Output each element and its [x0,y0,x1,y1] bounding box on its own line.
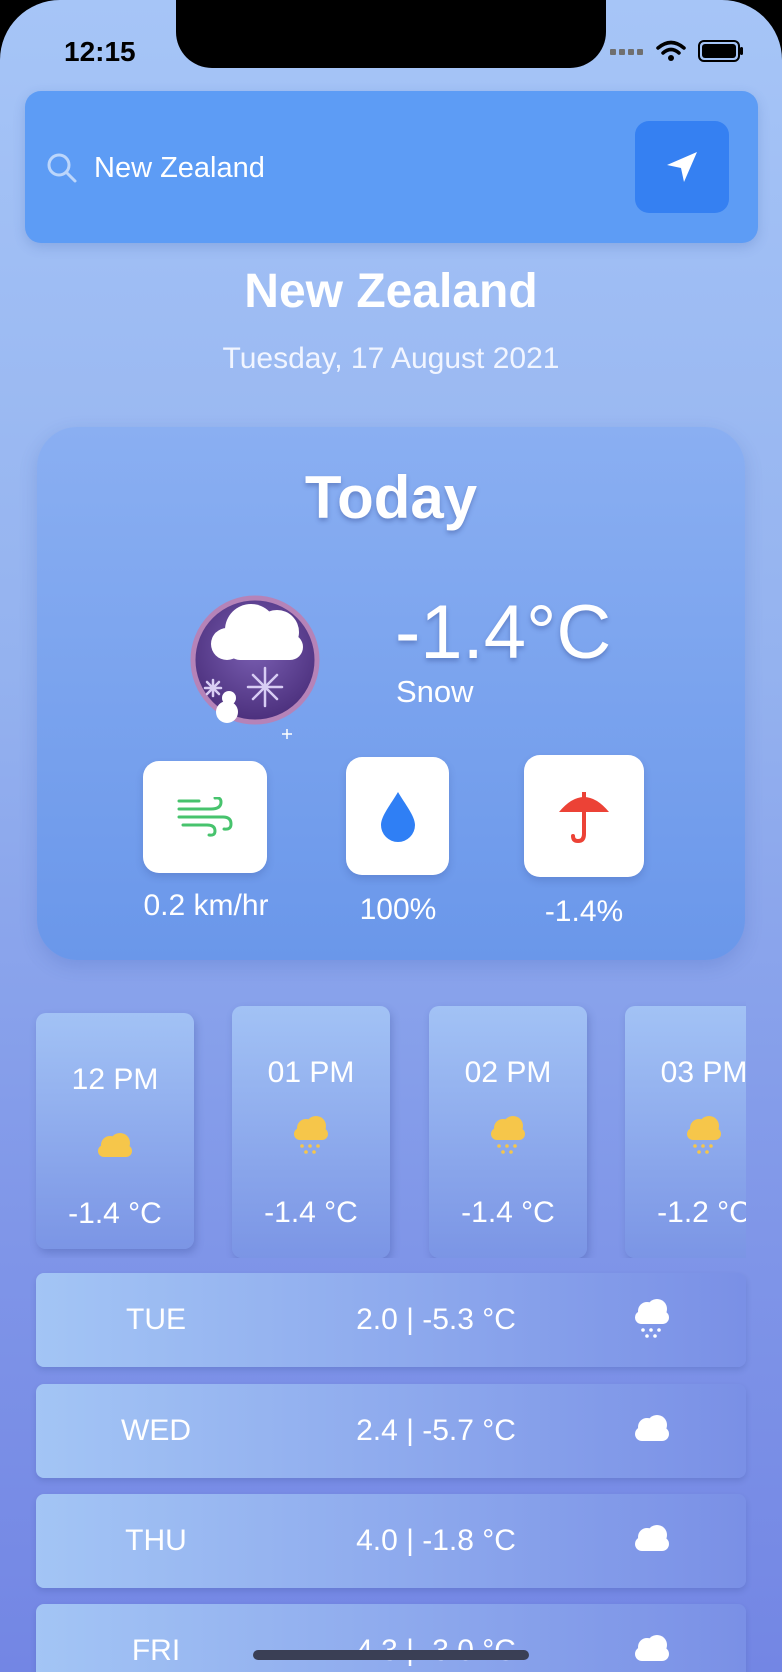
hour-time: 02 PM [464,1056,552,1089]
hour-temp: -1.4 °C [68,1197,162,1230]
search-input[interactable] [92,145,556,191]
weather-condition: Snow [396,674,474,709]
current-temperature: -1.4°C [395,590,612,675]
status-icons [610,40,744,62]
battery-icon [698,40,743,62]
snow-cloud-icon [635,1299,669,1338]
hourly-card[interactable]: 03 PM -1.2 °C [625,1006,746,1258]
day-temp-range: 2.4 | -5.7 °C [356,1414,516,1447]
search-icon [47,153,77,183]
humidity-value: 100% [359,893,437,926]
precipitation-value: -1.4% [544,895,624,928]
hour-time: 12 PM [71,1063,159,1096]
humidity-drop-icon [380,792,415,842]
current-date: Tuesday, 17 August 2021 [222,342,560,375]
snow-cloud-icon [187,582,337,747]
current-location-button[interactable] [635,121,729,213]
day-name: WED [121,1414,191,1447]
location-arrow-icon [667,152,697,182]
cloud-icon [635,1415,669,1441]
today-title: Today [304,464,478,531]
cloud-icon [635,1525,669,1551]
city-title: New Zealand [244,265,538,318]
wind-speed: 0.2 km/hr [143,889,269,922]
device-notch [176,0,606,68]
day-temp-range: 2.0 | -5.3 °C [356,1303,516,1336]
umbrella-icon [559,792,609,844]
hourly-card[interactable]: 01 PM -1.4 °C [232,1006,390,1258]
cellular-signal-icon [610,49,643,55]
wind-stat-card [143,761,267,873]
status-time: 12:15 [64,36,136,67]
day-name: FRI [131,1634,181,1667]
wind-icon [177,797,233,837]
phone-screen: 12:15 New Zealand Tuesday, 17 August 202… [0,0,782,1672]
hour-time: 03 PM [660,1056,746,1089]
home-indicator[interactable] [253,1650,529,1660]
hourly-forecast-list[interactable]: 12 PM -1.4 °C 01 PM -1.4 °C 02 PM -1.4 °… [0,1000,746,1258]
hourly-card[interactable]: 02 PM -1.4 °C [429,1006,587,1258]
cloud-icon [635,1635,669,1661]
today-card: Today -1.4°C Snow 0.2 km/hr 100% -1.4% [37,427,745,960]
daily-row[interactable]: TUE 2.0 | -5.3 °C [36,1273,746,1367]
daily-row[interactable]: FRI 4.3 | -3.0 °C [36,1604,746,1672]
precipitation-stat-card [524,755,644,877]
hour-time: 01 PM [267,1056,355,1089]
day-name: TUE [126,1303,186,1336]
hour-temp: -1.4 °C [264,1196,358,1229]
daily-row[interactable]: THU 4.0 | -1.8 °C [36,1494,746,1588]
humidity-stat-card [346,757,449,875]
daily-row[interactable]: WED 2.4 | -5.7 °C [36,1384,746,1478]
snow-cloud-icon [294,1116,328,1154]
wifi-icon [656,40,686,61]
hour-temp: -1.4 °C [461,1196,555,1229]
day-name: THU [125,1524,187,1557]
day-temp-range: 4.0 | -1.8 °C [356,1524,516,1557]
cloud-icon [98,1133,132,1157]
hour-temp: -1.2 °C [657,1196,746,1229]
snow-cloud-icon [687,1116,721,1154]
hourly-card[interactable]: 12 PM -1.4 °C [36,1013,194,1249]
snow-cloud-icon [491,1116,525,1154]
